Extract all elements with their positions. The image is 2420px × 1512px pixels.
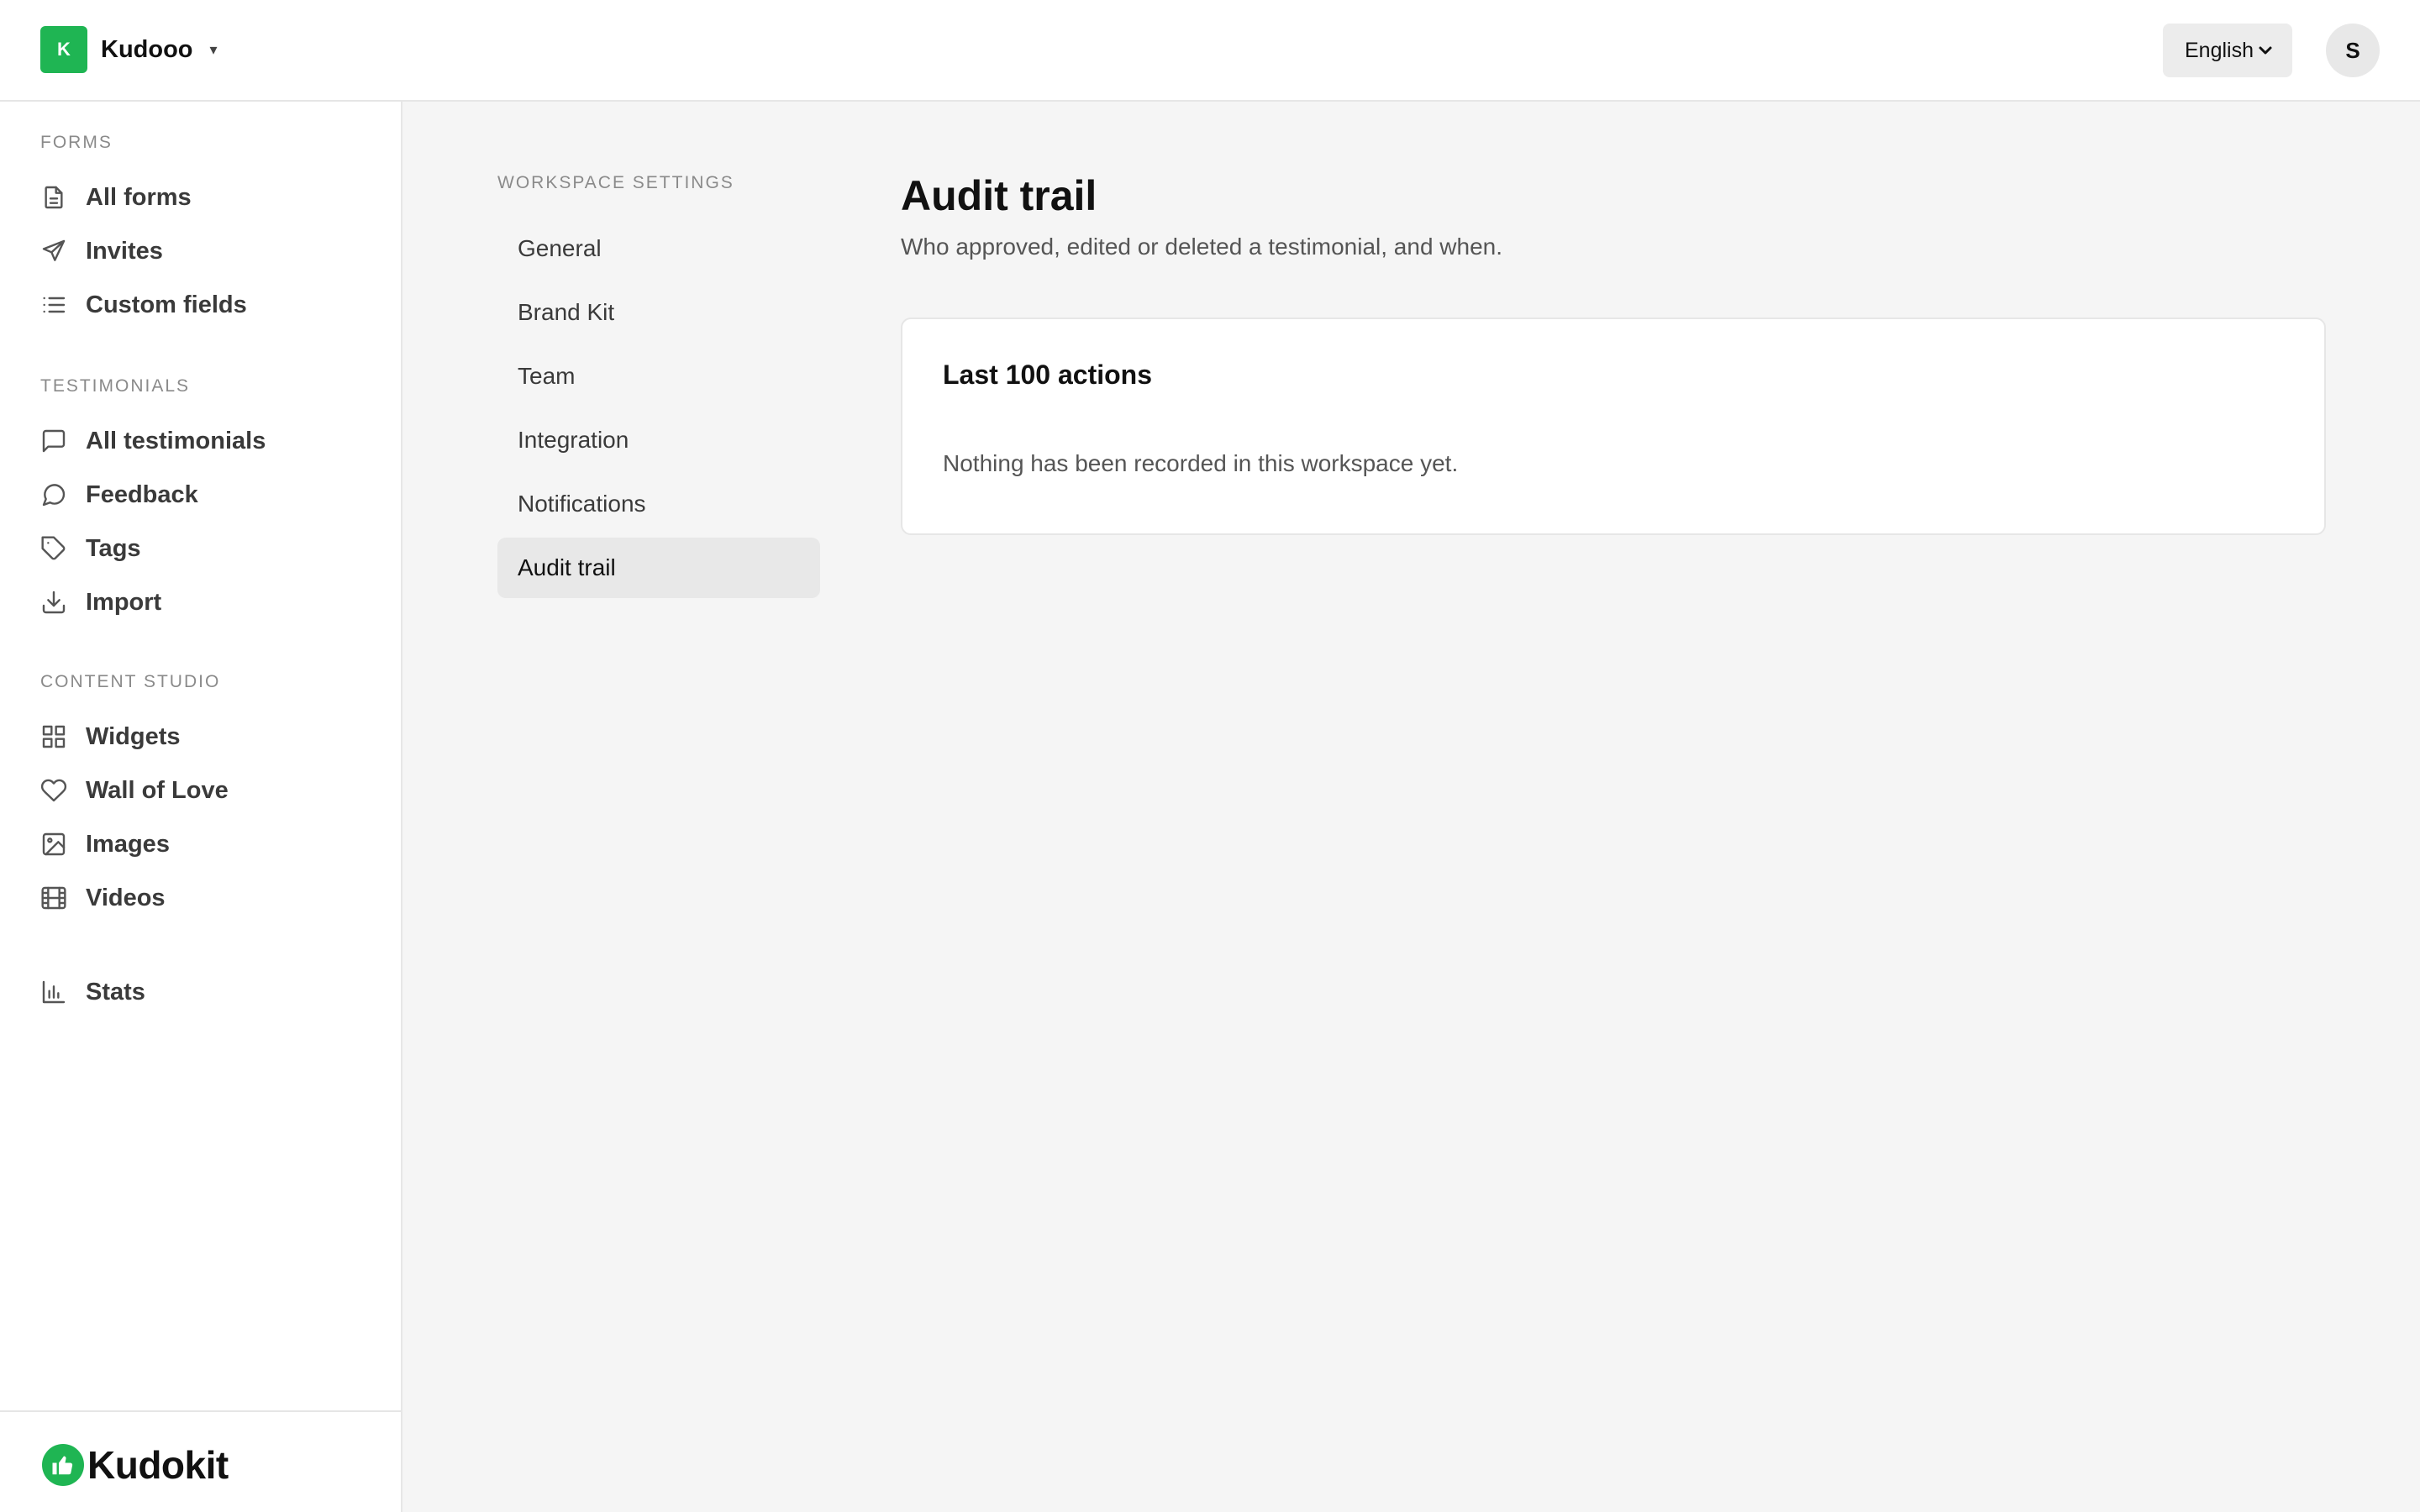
- sidebar-item-wall-of-love[interactable]: Wall of Love: [40, 769, 376, 812]
- user-avatar[interactable]: S: [2326, 24, 2380, 77]
- settings-item-notifications[interactable]: Notifications: [497, 474, 820, 534]
- bar-chart-icon: [40, 979, 67, 1005]
- sidebar-item-label: Custom fields: [86, 291, 247, 318]
- sidebar-item-stats[interactable]: Stats: [40, 970, 376, 1014]
- workspace-switcher[interactable]: K Kudooo ▾: [40, 26, 218, 73]
- sidebar-item-widgets[interactable]: Widgets: [40, 715, 376, 759]
- page-subtitle: Who approved, edited or deleted a testim…: [901, 234, 1503, 260]
- tag-icon: [40, 535, 67, 562]
- settings-item-audit-trail[interactable]: Audit trail: [497, 538, 820, 598]
- section-title-forms: FORMS: [40, 133, 113, 152]
- download-icon: [40, 589, 67, 616]
- sidebar-item-label: Wall of Love: [86, 776, 229, 804]
- audit-card: Last 100 actions Nothing has been record…: [901, 318, 2326, 535]
- top-bar: K Kudooo ▾ English S: [0, 0, 2420, 102]
- empty-state-text: Nothing has been recorded in this worksp…: [943, 450, 1459, 476]
- workspace-name: Kudooo: [101, 35, 193, 63]
- sidebar-item-custom-fields[interactable]: Custom fields: [40, 283, 376, 327]
- page-title: Audit trail: [901, 172, 1097, 219]
- language-selected: English: [2185, 38, 2254, 62]
- sidebar: FORMS All forms Invites Custom fields TE…: [0, 102, 402, 1512]
- sidebar-item-label: Widgets: [86, 722, 181, 750]
- sidebar-item-images[interactable]: Images: [40, 822, 376, 866]
- message-square-icon: [40, 428, 67, 454]
- send-icon: [40, 238, 67, 265]
- workspace-avatar: K: [40, 26, 87, 73]
- sidebar-item-feedback[interactable]: Feedback: [40, 473, 376, 517]
- image-icon: [40, 831, 67, 858]
- sidebar-item-invites[interactable]: Invites: [40, 229, 376, 273]
- language-select[interactable]: English: [2163, 24, 2292, 77]
- list-icon: [40, 291, 67, 318]
- chevron-down-icon: [2259, 46, 2272, 55]
- film-icon: [40, 885, 67, 911]
- settings-item-brand-kit[interactable]: Brand Kit: [497, 282, 820, 343]
- sidebar-item-label: Import: [86, 588, 162, 616]
- document-icon: [40, 184, 67, 211]
- settings-item-general[interactable]: General: [497, 218, 820, 279]
- section-title-content-studio: CONTENT STUDIO: [40, 672, 221, 691]
- sidebar-item-tags[interactable]: Tags: [40, 527, 376, 570]
- settings-nav-title: WORKSPACE SETTINGS: [497, 173, 734, 192]
- grid-icon: [40, 723, 67, 750]
- settings-item-integration[interactable]: Integration: [497, 410, 820, 470]
- sidebar-item-label: Feedback: [86, 480, 198, 508]
- sidebar-item-label: Videos: [86, 884, 166, 911]
- card-title: Last 100 actions: [943, 360, 1152, 390]
- sidebar-item-videos[interactable]: Videos: [40, 876, 376, 920]
- message-circle-icon: [40, 481, 67, 508]
- sidebar-item-all-testimonials[interactable]: All testimonials: [40, 419, 376, 463]
- sidebar-item-all-forms[interactable]: All forms: [40, 176, 376, 219]
- section-title-testimonials: TESTIMONIALS: [40, 376, 191, 396]
- settings-item-team[interactable]: Team: [497, 346, 820, 407]
- thumbs-up-icon: [42, 1444, 84, 1486]
- sidebar-item-import[interactable]: Import: [40, 580, 376, 624]
- brand-name: Kudokit: [87, 1443, 229, 1487]
- sidebar-item-label: Images: [86, 830, 170, 858]
- sidebar-item-label: Invites: [86, 237, 163, 265]
- caret-down-icon: ▾: [209, 40, 218, 58]
- heart-icon: [40, 777, 67, 804]
- brand-logo[interactable]: Kudokit: [42, 1442, 229, 1488]
- sidebar-item-label: Tags: [86, 534, 141, 562]
- sidebar-item-label: All testimonials: [86, 427, 266, 454]
- sidebar-item-label: All forms: [86, 183, 192, 211]
- sidebar-item-label: Stats: [86, 978, 145, 1005]
- sidebar-footer: Kudokit: [0, 1410, 401, 1512]
